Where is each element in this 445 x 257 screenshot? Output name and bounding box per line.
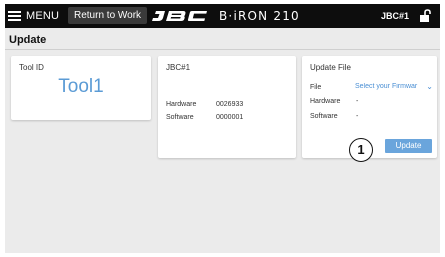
update-software-value: - (356, 113, 359, 120)
tool-id-card: Tool ID Tool1 (11, 56, 151, 120)
menu-button[interactable]: MENU (8, 7, 59, 25)
chevron-down-icon: ⌄ (426, 83, 433, 91)
hamburger-icon (8, 11, 21, 21)
hardware-value: 0026933 (216, 101, 244, 108)
callout-number: 1 (349, 138, 373, 162)
update-software-label: Software (310, 113, 338, 120)
unlocked-padlock-icon[interactable] (418, 9, 432, 23)
jbc-logo (152, 11, 207, 21)
tool-id-title: Tool ID (19, 63, 44, 72)
update-file-card: Update File File Select your Firmwar ⌄ H… (302, 56, 437, 162)
firmware-select[interactable]: Select your Firmwar ⌄ (355, 83, 435, 93)
app-screen: MENU Return to Work B·iRON 210 JBC#1 Upd… (5, 4, 440, 253)
top-bar: MENU Return to Work B·iRON 210 JBC#1 (5, 4, 440, 28)
hardware-label: Hardware (166, 101, 197, 108)
menu-label: MENU (26, 10, 60, 22)
page-title: Update (9, 34, 47, 46)
divider (5, 49, 440, 50)
software-value: 0000001 (216, 114, 244, 121)
product-name: B·iRON 210 (219, 9, 300, 23)
firmware-select-text: Select your Firmwar (355, 83, 418, 90)
tool-name: Tool1 (58, 76, 104, 97)
update-hardware-label: Hardware (310, 98, 341, 105)
update-hardware-value: - (356, 98, 359, 105)
return-to-work-button[interactable]: Return to Work (68, 7, 148, 24)
software-label: Software (166, 114, 194, 121)
station-card-title: JBC#1 (166, 63, 191, 72)
file-label: File (310, 84, 322, 91)
station-info-card: JBC#1 Hardware 0026933 Software 0000001 (158, 56, 296, 158)
update-button[interactable]: Update (385, 139, 432, 153)
station-tag: JBC#1 (381, 11, 410, 21)
update-file-title: Update File (310, 63, 351, 72)
